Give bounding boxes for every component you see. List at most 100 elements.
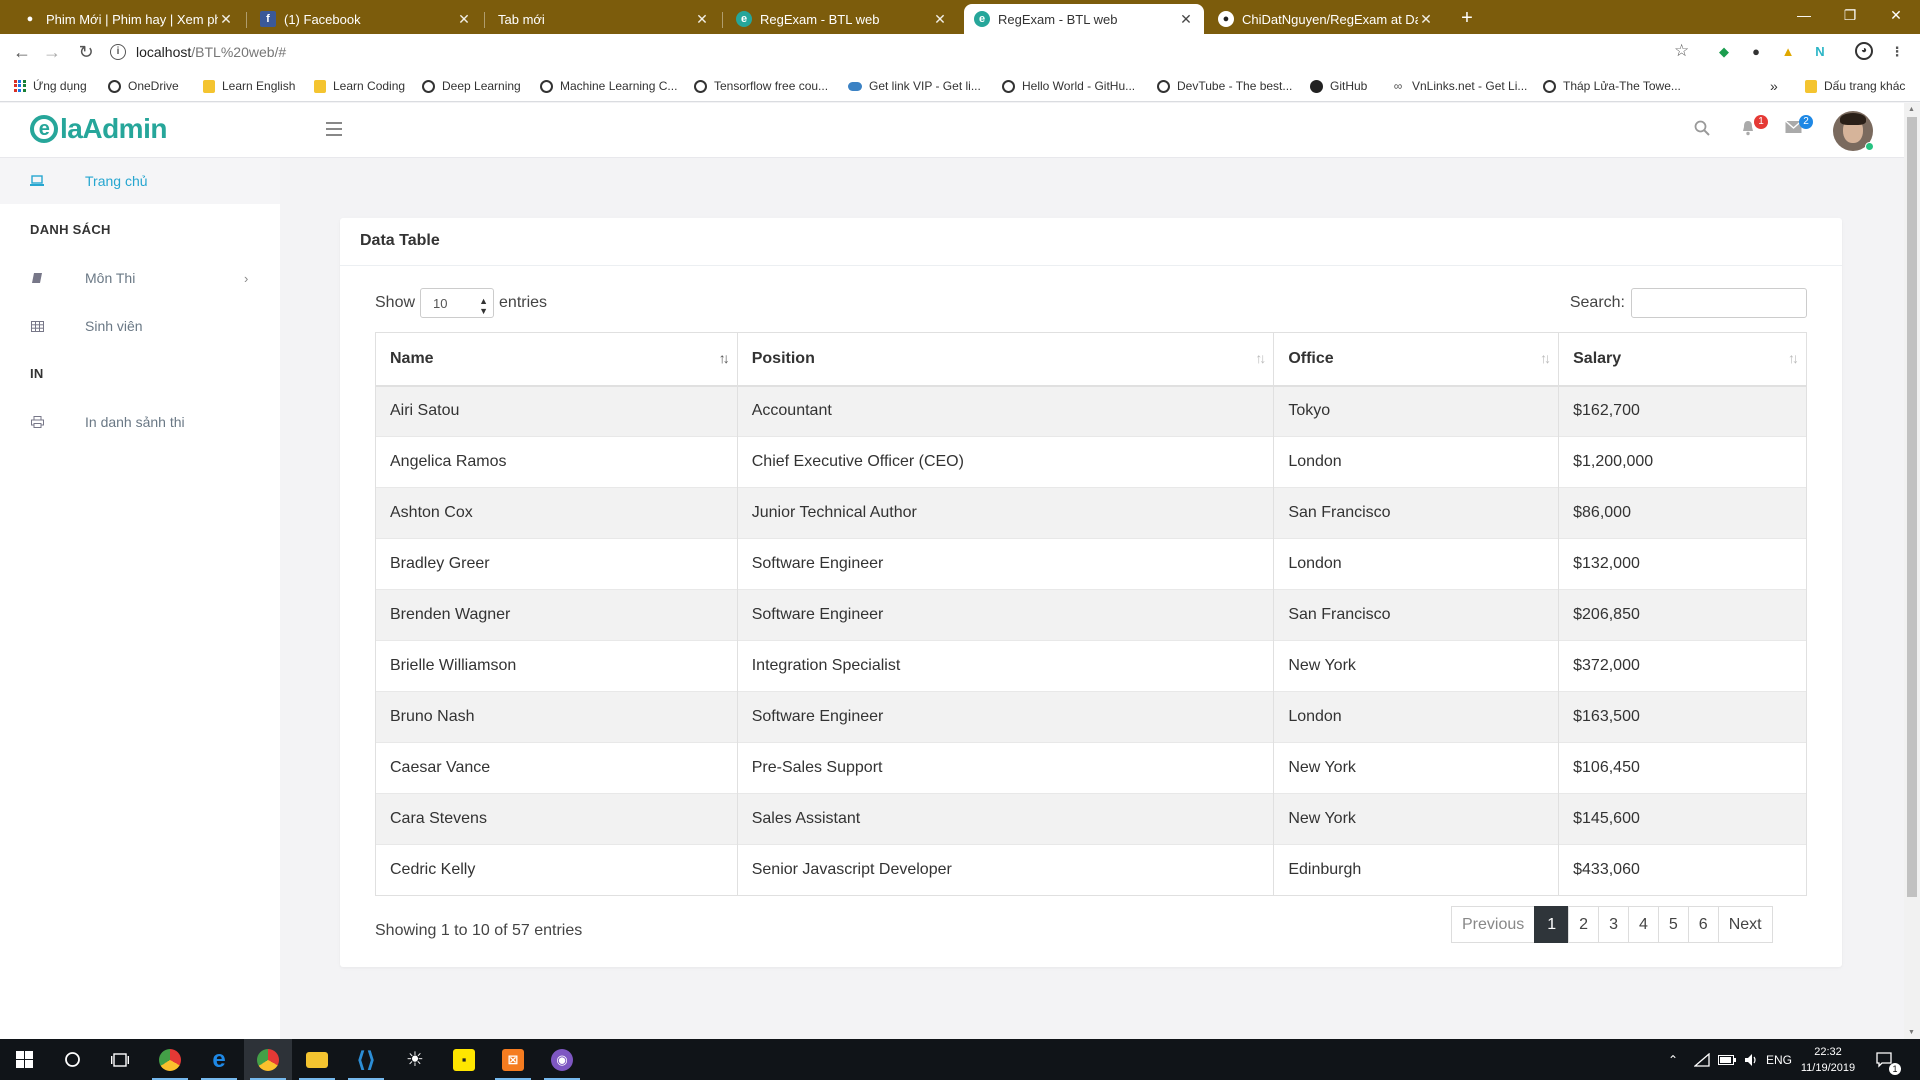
browser-tab-phimmoi[interactable]: ● Phim Mới | Phim hay | Xem phim ✕ [12,4,244,34]
bookmark-star-icon[interactable]: ☆ [1674,41,1689,61]
scroll-up-arrow-icon[interactable]: ▲ [1908,106,1915,113]
page-button-5[interactable]: 5 [1657,906,1689,943]
taskbar-brightness-icon[interactable]: ☀ [391,1039,439,1080]
browser-tab-facebook[interactable]: f (1) Facebook ✕ [250,4,482,34]
cell-office: San Francisco [1273,589,1560,641]
browser-tab-github[interactable]: ● ChiDatNguyen/RegExam at Dat's ✕ [1208,4,1444,34]
table-row[interactable]: Brielle Williamson Integration Specialist… [375,640,1807,692]
hamburger-menu-icon[interactable] [326,122,342,136]
next-page-button[interactable]: Next [1717,906,1773,943]
browser-tab-regexam[interactable]: e RegExam - BTL web ✕ [726,4,958,34]
bookmarks-overflow-chevron-icon[interactable]: » [1770,77,1778,95]
taskbar-file-explorer-icon[interactable] [293,1039,341,1080]
logo[interactable]: e laAdmin [30,113,167,145]
bookmark-thap-lua[interactable]: Tháp Lửa-The Towe... [1543,77,1681,95]
table-row[interactable]: Brenden Wagner Software Engineer San Franc… [375,589,1807,641]
volume-icon[interactable] [1744,1039,1760,1080]
bookmark-learn-english[interactable]: Learn English [203,77,295,95]
table-row[interactable]: Angelica Ramos Chief Executive Officer (C… [375,436,1807,488]
column-header-office[interactable]: Office ↑↓ [1273,332,1560,387]
page-scrollbar[interactable]: ▲ ▼ [1904,103,1920,1039]
taskbar-chrome-icon[interactable] [244,1039,292,1080]
page-button-3[interactable]: 3 [1598,906,1629,943]
taskbar-vscode-icon[interactable]: ⟨⟩ [342,1039,390,1080]
battery-icon[interactable] [1718,1039,1736,1080]
browser-menu-icon[interactable]: ⋮ [1887,42,1907,62]
previous-page-button[interactable]: Previous [1451,906,1536,943]
close-window-button[interactable]: ✕ [1874,0,1918,30]
taskbar-edge-icon[interactable]: e [195,1039,243,1080]
table-row[interactable]: Caesar Vance Pre-Sales Support New York $10… [375,742,1807,794]
taskbar-xampp-icon[interactable]: ⊠ [489,1039,537,1080]
search-input[interactable] [1631,288,1807,318]
browser-tab-regexam-active[interactable]: e RegExam - BTL web ✕ [964,4,1204,34]
bookmark-devtube[interactable]: DevTube - The best... [1157,77,1292,95]
scroll-down-arrow-icon[interactable]: ▼ [1908,1029,1915,1036]
close-tab-icon[interactable]: ✕ [456,11,472,28]
reload-icon[interactable]: ↻ [74,40,98,64]
tab-title: (1) Facebook [284,11,361,27]
column-header-position[interactable]: Position ↑↓ [736,332,1275,387]
task-view-icon[interactable] [96,1039,144,1080]
other-bookmarks[interactable]: Dấu trang khác [1805,77,1905,95]
bookmark-machine-learning[interactable]: Machine Learning C... [540,77,677,95]
forward-arrow-icon[interactable]: → [40,40,64,64]
user-avatar[interactable] [1833,111,1875,153]
bookmark-learn-coding[interactable]: Learn Coding [314,77,405,95]
taskbar-sticky-notes-icon[interactable]: ▪ [440,1039,488,1080]
close-tab-icon[interactable]: ✕ [932,11,948,28]
table-row[interactable]: Airi Satou Accountant Tokyo $162,700 [375,385,1807,437]
cortana-search-icon[interactable] [48,1039,96,1080]
site-info-icon[interactable]: i [110,44,126,60]
restore-button[interactable]: ❐ [1828,0,1872,30]
close-tab-icon[interactable]: ✕ [694,11,710,28]
page-button-1[interactable]: 1 [1534,906,1570,943]
extension-chat-icon[interactable]: ● [1746,42,1766,62]
page-button-2[interactable]: 2 [1568,906,1600,943]
back-arrow-icon[interactable]: ← [10,40,34,64]
sidebar-item-print-list[interactable]: In danh sảnh thi [0,399,280,445]
bookmark-tensorflow[interactable]: Tensorflow free cou... [694,77,828,95]
new-tab-button[interactable]: + [1455,6,1479,30]
bookmark-deep-learning[interactable]: Deep Learning [422,77,521,95]
column-header-name[interactable]: Name ↑↓ [375,332,738,387]
cell-office: San Francisco [1273,487,1560,539]
windows-start-icon[interactable] [0,1039,48,1080]
bookmark-hello-world[interactable]: Hello World - GitHu... [1002,77,1135,95]
extension-n-icon[interactable]: N [1810,42,1830,62]
table-row[interactable]: Cedric Kelly Senior Javascript Developer E… [375,844,1807,896]
table-row[interactable]: Bruno Nash Software Engineer London $163,50… [375,691,1807,743]
show-hidden-icons-chevron-icon[interactable]: ⌃ [1668,1039,1678,1080]
page-length-select[interactable]: 10 ▲ ▼ [420,288,495,318]
bookmark-vnlinks[interactable]: ∞ VnLinks.net - Get Li... [1391,77,1528,95]
profile-icon[interactable]: ◕ [1855,42,1873,60]
address-bar[interactable]: i localhost/BTL%20web/# [110,38,1700,66]
minimize-button[interactable]: — [1782,0,1826,30]
close-tab-icon[interactable]: ✕ [218,11,234,28]
sidebar-item-subjects[interactable]: Môn Thi › [0,255,280,301]
scrollbar-thumb[interactable] [1907,117,1917,897]
network-icon[interactable] [1694,1039,1710,1080]
taskbar-chrome-alt-icon[interactable] [146,1039,194,1080]
extension-leaf-icon[interactable]: ◆ [1714,42,1734,62]
bookmark-onedrive[interactable]: OneDrive [108,77,179,95]
table-row[interactable]: Ashton Cox Junior Technical Author San Fra… [375,487,1807,539]
system-clock[interactable]: 22:32 11/19/2019 [1798,1044,1858,1076]
bookmark-github[interactable]: GitHub [1310,77,1367,95]
page-button-6[interactable]: 6 [1687,906,1719,943]
close-tab-icon[interactable]: ✕ [1418,11,1434,28]
table-row[interactable]: Cara Stevens Sales Assistant New York $145,… [375,793,1807,845]
page-button-4[interactable]: 4 [1627,906,1659,943]
sidebar-item-home[interactable]: Trang chủ [0,158,280,204]
bookmark-apps[interactable]: Ứng dụng [13,77,87,95]
table-row[interactable]: Bradley Greer Software Engineer London $132… [375,538,1807,590]
browser-tab-new[interactable]: Tab mới ✕ [488,4,720,34]
sidebar-item-students[interactable]: Sinh viên [0,303,280,349]
taskbar-app-icon[interactable]: ◉ [538,1039,586,1080]
column-header-salary[interactable]: Salary ↑↓ [1558,332,1807,387]
close-tab-icon[interactable]: ✕ [1178,11,1194,28]
input-language[interactable]: ENG [1766,1039,1792,1080]
search-icon[interactable] [1690,120,1714,141]
bookmark-getlink-vip[interactable]: Get link VIP - Get li... [848,77,981,95]
extension-bell-icon[interactable]: ▲ [1778,42,1798,62]
